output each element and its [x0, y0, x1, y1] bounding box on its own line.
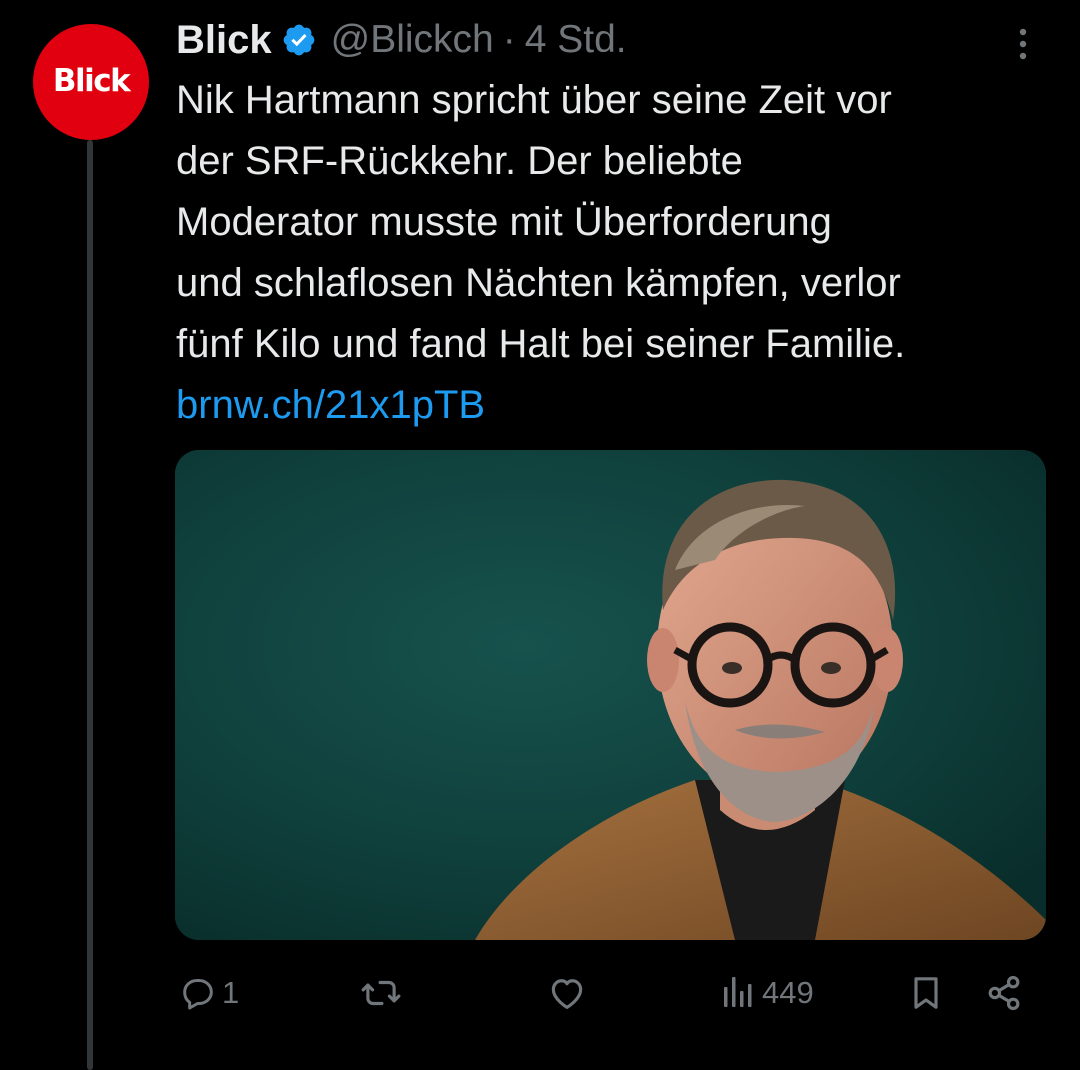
verified-badge-icon: [281, 22, 317, 58]
post-text-line: und schlaflosen Nächten kämpfen, verlor: [176, 261, 901, 305]
author-handle[interactable]: @Blickch: [331, 18, 494, 62]
post-media-photo[interactable]: [175, 450, 1046, 940]
like-button[interactable]: [546, 968, 592, 1018]
post-actions-bar: 1 449: [0, 968, 1080, 1018]
thread-line: [87, 140, 93, 1070]
avatar-logo-text: Blick: [52, 63, 131, 99]
repost-icon: [360, 972, 402, 1014]
more-vertical-icon[interactable]: [1008, 20, 1038, 64]
views-count: 449: [762, 975, 814, 1010]
views-button[interactable]: 449: [722, 968, 814, 1018]
bookmark-button[interactable]: [906, 968, 946, 1018]
reply-button[interactable]: 1: [178, 968, 239, 1018]
post-link[interactable]: brnw.ch/21x1pTB: [176, 383, 485, 427]
post-header: Blick @Blickch · 4 Std.: [176, 14, 1006, 66]
share-button[interactable]: [984, 968, 1024, 1018]
author-display-name[interactable]: Blick: [176, 18, 272, 63]
post-timestamp[interactable]: 4 Std.: [525, 18, 627, 62]
heart-icon: [546, 972, 588, 1014]
post-text-line: Nik Hartmann spricht über seine Zeit vor: [176, 78, 892, 122]
portrait-photo: [175, 450, 1046, 940]
post-text-line: fünf Kilo und fand Halt bei seiner Famil…: [176, 322, 906, 366]
avatar[interactable]: Blick: [33, 24, 149, 140]
bookmark-icon: [906, 972, 946, 1014]
views-icon: [722, 973, 758, 1013]
reply-count: 1: [222, 975, 240, 1010]
post-text: Nik Hartmann spricht über seine Zeit vor…: [176, 70, 1056, 436]
repost-button[interactable]: [360, 968, 406, 1018]
post-text-line: der SRF-Rückkehr. Der beliebte: [176, 139, 743, 183]
post-text-line: Moderator musste mit Überforderung: [176, 200, 832, 244]
separator-dot: ·: [502, 18, 516, 61]
share-icon: [984, 972, 1024, 1014]
reply-icon: [178, 973, 218, 1013]
